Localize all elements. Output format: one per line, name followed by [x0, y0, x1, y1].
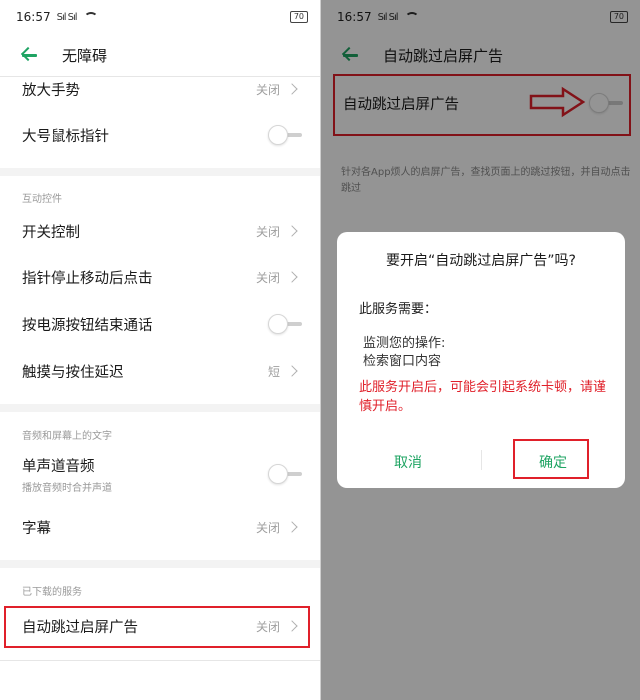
cancel-button[interactable]: 取消 — [394, 452, 422, 472]
settings-item-value: 关闭 — [255, 224, 280, 239]
settings-item-label: 按电源按钮结束通话 — [22, 317, 153, 334]
large-pointer-toggle[interactable] — [268, 125, 302, 145]
section-label-downloaded: 已下载的服务 — [22, 587, 82, 598]
dialog-permission-item: 监测您的操作: — [363, 336, 446, 351]
settings-item-captions[interactable]: 字幕 关闭 — [0, 504, 320, 550]
dialog-requirement-heading: 此服务需要： — [359, 302, 438, 317]
chevron-right-icon — [286, 521, 298, 533]
settings-item-label: 开关控制 — [22, 224, 80, 241]
settings-item-label: 字幕 — [22, 520, 51, 537]
signal-icon: Sıl Sıl — [56, 11, 78, 23]
chevron-right-icon — [286, 271, 298, 283]
dialog-warning: 此服务开启后，可能会引起系统卡顿，请谨慎开启。 — [359, 380, 607, 414]
settings-item-label: 指针停止移动后点击 — [22, 270, 153, 287]
back-arrow-icon[interactable] — [20, 45, 40, 65]
settings-item-subtitle: 播放音频时合并声道 — [22, 482, 112, 494]
section-label-audio-text: 音频和屏幕上的文字 — [22, 431, 112, 442]
power-ends-call-toggle[interactable] — [268, 314, 302, 334]
settings-item-large-pointer: 大号鼠标指针 — [0, 112, 320, 158]
settings-item-label: 触摸与按住延迟 — [22, 364, 124, 381]
settings-item-label: 单声道音频 — [22, 458, 95, 475]
settings-item-value: 关闭 — [255, 270, 280, 285]
settings-item-value: 短 — [267, 364, 280, 379]
status-bar: 16:57 Sıl Sıl 70 — [0, 0, 320, 34]
accessibility-screen: 16:57 Sıl Sıl 70 无障碍 放大手势 关闭 大号鼠标指针 互动控件… — [0, 0, 320, 700]
settings-item-switch-control[interactable]: 开关控制 关闭 — [0, 208, 320, 254]
settings-item-label: 大号鼠标指针 — [22, 128, 109, 145]
highlight-box — [4, 606, 310, 648]
chevron-right-icon — [286, 83, 298, 95]
settings-item-value: 关闭 — [255, 82, 280, 97]
chevron-right-icon — [286, 225, 298, 237]
settings-item-label: 放大手势 — [22, 82, 80, 99]
confirm-dialog: 要开启“自动跳过启屏广告”吗? 此服务需要： 监测您的操作: 检索窗口内容 此服… — [337, 232, 625, 488]
mono-audio-toggle[interactable] — [268, 464, 302, 484]
settings-item-touch-hold-delay[interactable]: 触摸与按住延迟 短 — [0, 348, 320, 394]
wifi-icon — [83, 12, 97, 22]
settings-item-mono-audio: 单声道音频 播放音频时合并声道 — [0, 448, 320, 500]
settings-item-magnify-gesture[interactable]: 放大手势 关闭 — [0, 66, 320, 112]
dialog-permission-item: 检索窗口内容 — [363, 354, 442, 369]
page-title: 无障碍 — [62, 46, 108, 65]
chevron-right-icon — [286, 365, 298, 377]
settings-item-power-ends-call: 按电源按钮结束通话 — [0, 301, 320, 347]
battery-icon: 70 — [289, 11, 308, 23]
section-label-interaction: 互动控件 — [22, 194, 62, 205]
settings-item-value: 关闭 — [255, 520, 280, 535]
dialog-title: 要开启“自动跳过启屏广告”吗? — [386, 253, 576, 269]
highlight-box — [513, 439, 589, 479]
status-time: 16:57 — [16, 10, 51, 24]
auto-skip-ads-screen: 16:57 Sıl Sıl 70 自动跳过启屏广告 自动跳过启屏广告 针对各Ap… — [320, 0, 640, 700]
settings-item-dwell-click[interactable]: 指针停止移动后点击 关闭 — [0, 254, 320, 300]
